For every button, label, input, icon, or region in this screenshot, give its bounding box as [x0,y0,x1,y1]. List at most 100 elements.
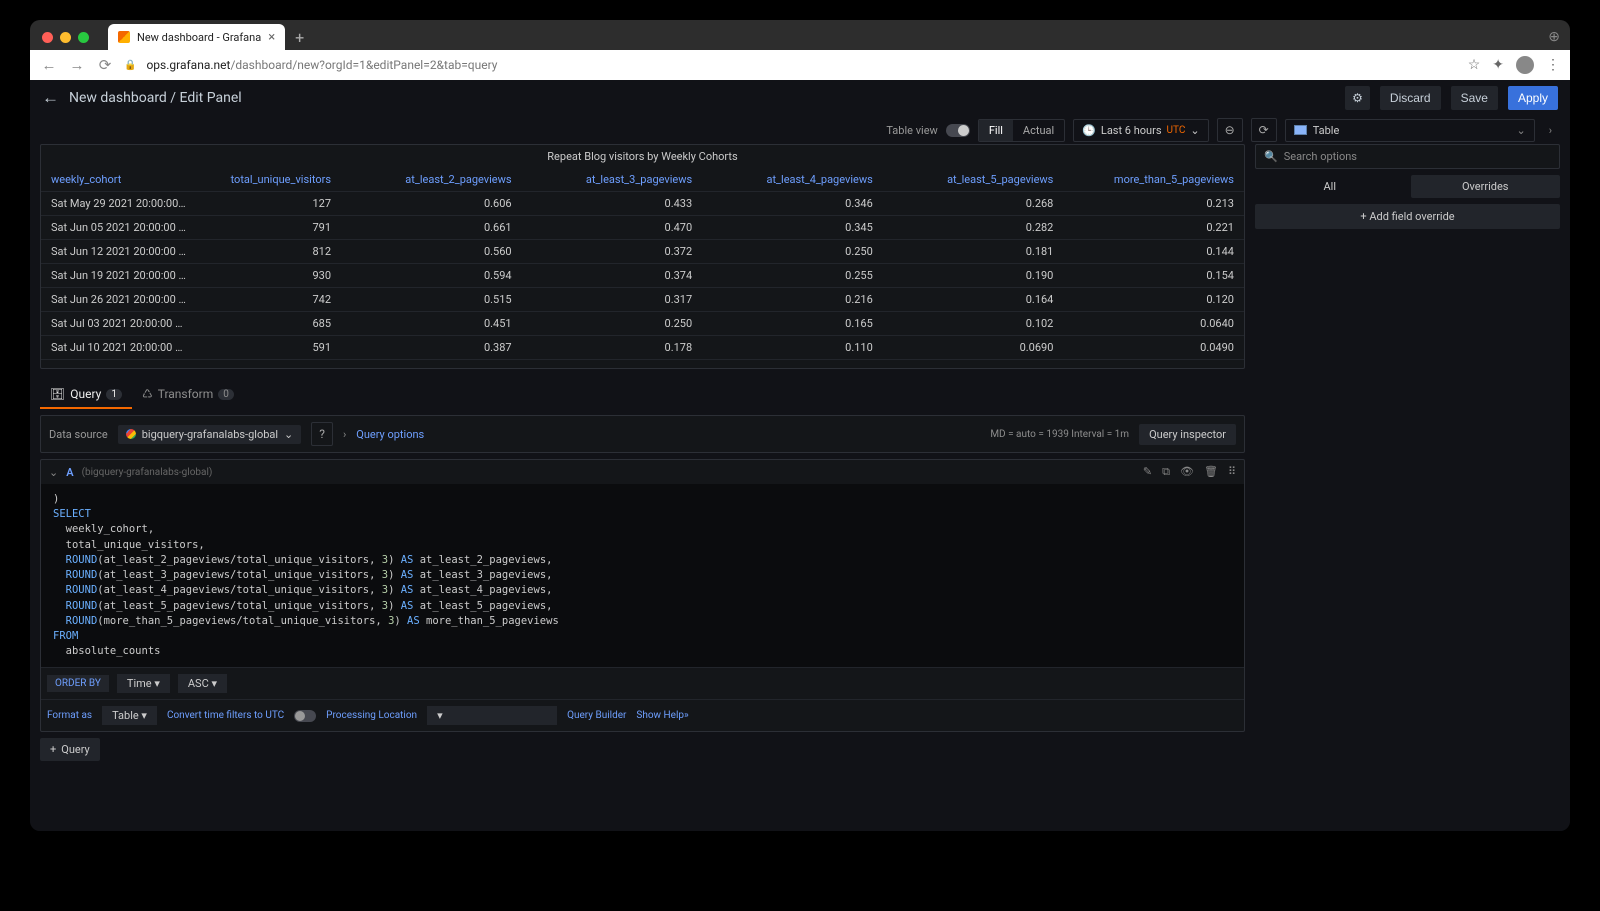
tab-title: New dashboard - Grafana [137,31,261,44]
save-button[interactable]: Save [1451,86,1498,110]
tab-transform[interactable]: ♺Transform0 [132,381,244,409]
query-options-link[interactable]: Query options [356,428,424,441]
plus-icon: + [50,743,56,756]
cell: Sat Jun 26 2021 20:00:00 GMT-0400 (E... [41,288,196,311]
table-viz-icon [1294,125,1307,135]
query-builder-link[interactable]: Query Builder [567,710,626,721]
cell: 685 [196,312,341,335]
cell: 0.110 [702,336,883,359]
database-icon: 🗄 [50,387,65,401]
apply-button[interactable]: Apply [1508,86,1558,110]
tab-query[interactable]: 🗄Query1 [40,381,132,409]
cell: 127 [196,192,341,215]
convert-utc-toggle[interactable] [294,710,316,722]
col-header[interactable]: at_least_4_pageviews [702,168,883,191]
table-row: Sat Jul 03 2021 20:00:00 GMT-0400 (Ea...… [41,312,1244,336]
query-editor-a: ⌄ A (bigquery-grafanalabs-global) ✎ ⧉ 👁 … [40,459,1245,732]
nav-back-icon[interactable]: ← [40,56,58,74]
toggle-visibility-icon[interactable]: 👁 [1180,465,1194,479]
table-row: Sat Jul 10 2021 20:00:00 GMT-0400 (Ea...… [41,336,1244,360]
panel-settings-button[interactable]: ⚙ [1345,86,1370,110]
cell: 0.0690 [883,336,1064,359]
collapse-icon[interactable]: ⌄ [49,466,58,479]
mac-traffic-lights[interactable] [42,32,89,43]
visualization-picker[interactable]: Table ⌄ [1285,119,1535,142]
zoom-out-button[interactable]: ⊖ [1217,118,1243,142]
cell: Sat May 29 2021 20:00:00 GMT-0400 (E... [41,192,196,215]
query-meta: MD = auto = 1939 Interval = 1m [990,429,1129,440]
col-header[interactable]: total_unique_visitors [196,168,341,191]
chevron-down-icon: ⌄ [1190,124,1199,137]
add-query-button[interactable]: +Query [40,738,100,761]
cell: 591 [196,336,341,359]
chevron-right-icon: › [343,428,346,441]
close-tab-icon[interactable]: × [268,30,275,45]
col-header[interactable]: weekly_cohort [41,168,196,191]
search-icon: 🔍 [1264,150,1278,163]
nav-reload-icon[interactable]: ⟳ [96,56,114,74]
trash-icon[interactable]: 🗑 [1204,465,1218,479]
browser-urlbar: ← → ⟳ 🔒 ops.grafana.net/dashboard/new?or… [30,50,1570,80]
col-header[interactable]: at_least_2_pageviews [341,168,522,191]
utc-badge: UTC [1167,125,1186,136]
sql-editor[interactable]: ) SELECT weekly_cohort, total_unique_vis… [41,484,1244,667]
show-help-link[interactable]: Show Help» [636,710,688,721]
fill-option[interactable]: Fill [979,120,1013,141]
order-by-dir[interactable]: ASC ▾ [178,674,227,693]
cell: 0.255 [702,264,883,287]
time-range-picker[interactable]: 🕒 Last 6 hours UTC ⌄ [1073,119,1208,142]
col-header[interactable]: more_than_5_pageviews [1063,168,1244,191]
tab-all[interactable]: All [1255,175,1405,198]
drag-handle-icon[interactable]: ⠿ [1228,465,1236,479]
cell: 0.317 [522,288,703,311]
new-tab-button[interactable]: + [285,24,314,50]
cell: 0.120 [1063,288,1244,311]
query-inspector-button[interactable]: Query inspector [1139,424,1236,445]
cell: 0.282 [883,216,1064,239]
datasource-label: Data source [49,428,108,441]
cell: 0.451 [341,312,522,335]
cell: 0.515 [341,288,522,311]
edit-icon[interactable]: ✎ [1143,465,1152,479]
transform-icon: ♺ [142,387,153,401]
time-range-label: Last 6 hours [1101,124,1162,137]
refresh-button[interactable]: ⟳ [1251,118,1277,142]
duplicate-icon[interactable]: ⧉ [1162,465,1170,479]
cell: 0.594 [341,264,522,287]
format-as-label: Format as [47,710,92,721]
cell: 0.102 [883,312,1064,335]
chevron-down-icon: ⌄ [1516,124,1525,137]
back-icon[interactable]: ← [42,88,59,108]
window-overflow-icon[interactable]: ⊕ [1548,29,1560,45]
cell: 0.164 [883,288,1064,311]
url-text[interactable]: ops.grafana.net/dashboard/new?orgId=1&ed… [146,58,1457,72]
processing-location-select[interactable]: ▾ [427,706,557,725]
browser-tab[interactable]: New dashboard - Grafana × [108,24,285,50]
discard-button[interactable]: Discard [1380,86,1441,110]
panel-nav-right-icon[interactable]: › [1543,120,1558,141]
order-by-label: ORDER BY [47,675,109,692]
col-header[interactable]: at_least_3_pageviews [522,168,703,191]
bigquery-icon [126,429,136,439]
tab-overrides[interactable]: Overrides [1411,175,1561,198]
fill-actual-segment[interactable]: Fill Actual [978,119,1065,142]
search-options-input[interactable]: 🔍Search options [1255,144,1560,169]
lock-icon: 🔒 [124,60,136,71]
star-icon[interactable]: ☆ [1468,57,1481,73]
actual-option[interactable]: Actual [1013,120,1064,141]
cell: Sat Jul 03 2021 20:00:00 GMT-0400 (Ea... [41,312,196,335]
profile-avatar[interactable] [1516,56,1534,74]
cell: Sat Jun 12 2021 20:00:00 GMT-0400 (E... [41,240,196,263]
data-table: weekly_cohorttotal_unique_visitorsat_lea… [41,168,1244,368]
kebab-menu-icon[interactable]: ⋮ [1546,57,1560,73]
datasource-help-button[interactable]: ? [311,422,333,446]
format-as-select[interactable]: Table ▾ [102,706,157,725]
nav-forward-icon[interactable]: → [68,56,86,74]
table-view-toggle[interactable] [946,124,970,137]
order-by-field[interactable]: Time ▾ [117,674,170,693]
extensions-icon[interactable]: ✦ [1492,57,1504,73]
add-field-override-button[interactable]: + Add field override [1255,204,1560,229]
cell: 0.374 [522,264,703,287]
col-header[interactable]: at_least_5_pageviews [883,168,1064,191]
datasource-picker[interactable]: bigquery-grafanalabs-global ⌄ [118,425,302,444]
